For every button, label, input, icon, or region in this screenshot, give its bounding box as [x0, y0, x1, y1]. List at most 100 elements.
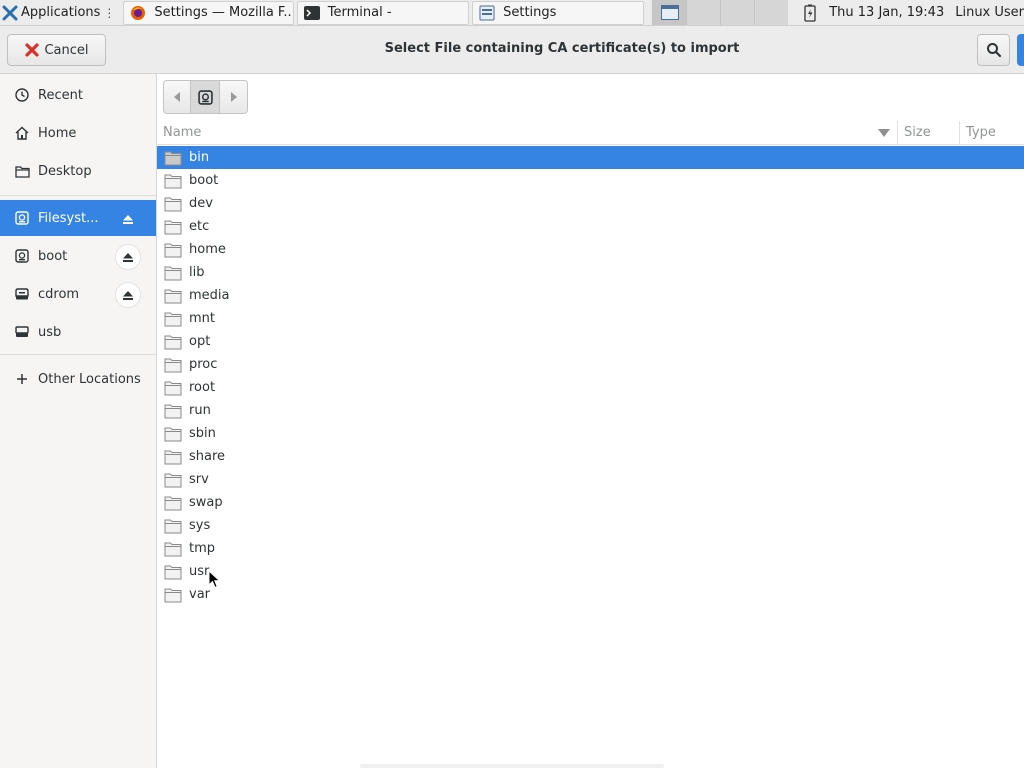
workspace-switcher — [652, 0, 789, 25]
workspace-1[interactable] — [652, 0, 687, 25]
file-row[interactable]: dev — [157, 192, 1024, 215]
file-name: share — [189, 449, 226, 464]
workspace-4[interactable] — [754, 0, 789, 25]
sidebar-item-label: boot — [38, 248, 68, 264]
user-menu[interactable]: Linux User — [955, 5, 1024, 20]
firefox-icon — [130, 5, 146, 21]
applications-menu-button[interactable]: Applications ⋮ — [0, 0, 117, 25]
eject-button[interactable] — [115, 282, 141, 308]
column-separator[interactable] — [897, 121, 898, 145]
column-header-name[interactable]: Name — [163, 125, 201, 140]
file-list-header: Name Size Type — [157, 121, 1024, 145]
task-label: Terminal - — [327, 5, 392, 20]
home-icon — [14, 125, 30, 141]
path-bar — [163, 80, 248, 114]
path-scroll-left-button[interactable] — [164, 81, 191, 113]
file-row[interactable]: lib — [157, 261, 1024, 284]
cancel-button[interactable]: Cancel — [7, 34, 106, 66]
sidebar-item-label: Filesyst... — [38, 210, 99, 226]
sidebar-item-usb[interactable]: usb — [0, 314, 156, 350]
folder-icon — [164, 151, 182, 165]
workspace-2[interactable] — [686, 0, 721, 25]
sidebar-item-boot[interactable]: boot — [0, 238, 156, 274]
folder-icon — [164, 197, 182, 211]
sort-descending-icon[interactable] — [877, 127, 891, 139]
sidebar-item-recent[interactable]: Recent — [0, 77, 156, 113]
folder-icon — [164, 496, 182, 510]
eject-icon — [123, 252, 133, 262]
file-row[interactable]: sys — [157, 514, 1024, 537]
folder-icon — [164, 174, 182, 188]
workspace-3[interactable] — [720, 0, 755, 25]
task-terminal[interactable]: Terminal - — [296, 0, 470, 25]
cancel-label: Cancel — [44, 42, 89, 58]
file-name: sys — [189, 518, 211, 533]
folder-icon — [164, 565, 182, 579]
search-icon — [986, 43, 1001, 58]
file-row[interactable]: boot — [157, 169, 1024, 192]
sidebar-item-home[interactable]: Home — [0, 115, 156, 151]
file-row[interactable]: srv — [157, 468, 1024, 491]
file-row[interactable]: tmp — [157, 537, 1024, 560]
sidebar-item-filesystem[interactable]: Filesyst... — [0, 200, 156, 236]
sidebar-item-label: cdrom — [38, 286, 80, 302]
window-thumbnail-icon — [660, 5, 679, 20]
mouse-pointer-icon — [208, 570, 221, 589]
folder-icon — [164, 450, 182, 464]
drive-icon — [197, 89, 213, 105]
sidebar-item-desktop[interactable]: Desktop — [0, 153, 156, 189]
file-row[interactable]: bin — [157, 146, 1024, 169]
file-row[interactable]: swap — [157, 491, 1024, 514]
sidebar-item-cdrom[interactable]: cdrom — [0, 276, 156, 312]
plus-icon — [14, 371, 30, 387]
dialog-title: Select File containing CA certificate(s)… — [384, 41, 740, 56]
column-header-size[interactable]: Size — [904, 125, 931, 140]
xfce-logo-icon — [2, 5, 18, 20]
open-button[interactable] — [1017, 34, 1024, 66]
task-label: Settings — [503, 5, 557, 20]
file-name: opt — [189, 334, 211, 349]
eject-button[interactable] — [115, 206, 141, 232]
file-row[interactable]: etc — [157, 215, 1024, 238]
folder-icon — [164, 404, 182, 418]
file-name: tmp — [189, 541, 216, 556]
task-firefox-settings[interactable]: Settings — Mozilla F... — [123, 0, 294, 25]
file-row[interactable]: root — [157, 376, 1024, 399]
file-name: root — [189, 380, 216, 395]
file-row[interactable]: sbin — [157, 422, 1024, 445]
file-name: proc — [189, 357, 218, 372]
settings-icon — [479, 5, 495, 21]
file-row[interactable]: media — [157, 284, 1024, 307]
file-name: usr — [189, 564, 210, 579]
battery-icon[interactable] — [800, 3, 820, 23]
task-label: Settings — Mozilla F... — [154, 5, 294, 20]
task-settings[interactable]: Settings — [472, 0, 645, 25]
dialog-bottom-edge — [360, 764, 664, 768]
folder-icon — [164, 266, 182, 280]
file-row[interactable]: var — [157, 583, 1024, 606]
drive-icon — [14, 248, 30, 264]
column-separator[interactable] — [959, 121, 960, 145]
file-row[interactable]: opt — [157, 330, 1024, 353]
column-header-type[interactable]: Type — [966, 125, 996, 140]
dialog-headerbar: Cancel Select File containing CA certifi… — [0, 26, 1024, 74]
clock-icon — [14, 87, 30, 103]
eject-button[interactable] — [115, 244, 141, 270]
file-row[interactable]: proc — [157, 353, 1024, 376]
folder-icon — [164, 358, 182, 372]
sidebar-separator — [0, 354, 156, 355]
sidebar-item-label: Desktop — [38, 163, 92, 179]
clock[interactable]: Thu 13 Jan, 19:43 — [829, 5, 944, 20]
chevron-right-icon — [230, 92, 237, 102]
path-root-button[interactable] — [190, 81, 221, 113]
path-scroll-right-button[interactable] — [220, 81, 247, 113]
sidebar-item-other-locations[interactable]: Other Locations — [0, 361, 156, 397]
file-row[interactable]: home — [157, 238, 1024, 261]
file-row[interactable]: mnt — [157, 307, 1024, 330]
file-row[interactable]: share — [157, 445, 1024, 468]
file-row[interactable]: run — [157, 399, 1024, 422]
file-row[interactable]: usr — [157, 560, 1024, 583]
file-name: lib — [189, 265, 205, 280]
file-name: bin — [189, 150, 210, 165]
search-button[interactable] — [977, 34, 1010, 66]
